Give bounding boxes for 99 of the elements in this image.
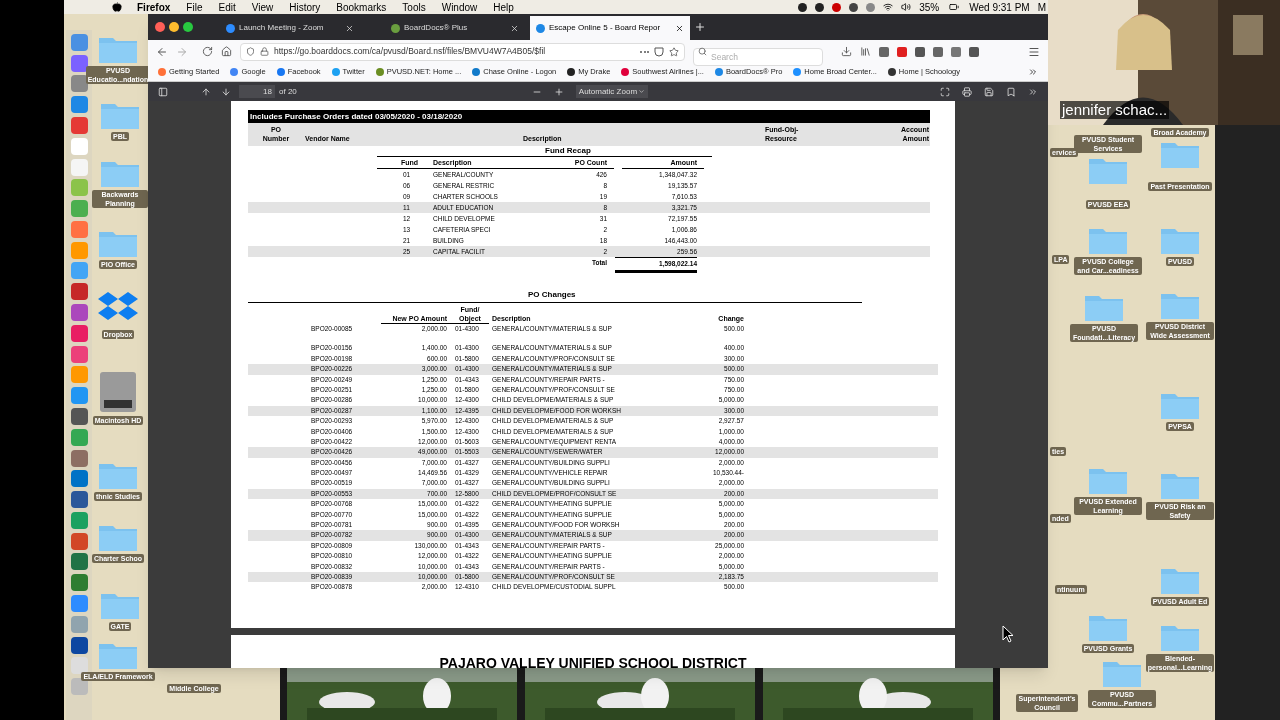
close-icon[interactable] (675, 23, 684, 33)
bookmark-favicon (375, 68, 384, 76)
app-icon[interactable] (70, 345, 88, 363)
app-icon[interactable] (70, 75, 88, 93)
menu-item[interactable]: Bookmarks (336, 0, 387, 15)
tab-title: Escape Online 5 - Board Repor (549, 22, 662, 34)
app-icon[interactable] (70, 657, 88, 675)
extension-icon[interactable] (933, 46, 943, 57)
bookmark-favicon (158, 68, 166, 76)
battery-icon[interactable] (947, 2, 962, 12)
bookmark-favicon (621, 68, 630, 76)
new-tab-icon[interactable] (694, 21, 706, 33)
bookmark-favicon (793, 68, 802, 76)
app-icon[interactable] (70, 407, 88, 425)
zoom-select[interactable]: Automatic Zoom (575, 85, 648, 98)
more-bookmarks-icon[interactable] (1028, 67, 1038, 77)
menu-item[interactable]: View (251, 0, 274, 15)
menu-item[interactable]: M (1037, 0, 1046, 15)
section-title: PO Changes (528, 290, 576, 300)
page-number-field[interactable]: 18 (239, 85, 275, 98)
menu-icon[interactable] (1028, 45, 1040, 58)
next-page-icon[interactable] (221, 86, 231, 97)
menu-item[interactable]: History (289, 0, 321, 15)
page-heading: PAJARO VALLEY UNIFIED SCHOOL DISTRICT (439, 656, 747, 668)
back-icon[interactable] (156, 45, 168, 58)
app-icon[interactable] (70, 54, 88, 72)
browser-tab[interactable]: BoardDocs® Plus (385, 16, 525, 40)
menu-item[interactable]: File (186, 0, 203, 15)
page-count: of 20 (279, 85, 297, 98)
bookmark-favicon (230, 68, 239, 76)
extension-icon[interactable] (915, 46, 925, 57)
bookmark-favicon (276, 68, 285, 76)
bookmark-favicon (567, 68, 576, 76)
menu-item[interactable]: Firefox (137, 0, 171, 15)
tab-favicon (536, 23, 545, 33)
sidebar-toggle-icon[interactable] (158, 86, 168, 97)
close-icon[interactable] (345, 23, 354, 33)
pocket-icon[interactable] (654, 46, 664, 57)
app-icon[interactable] (70, 449, 88, 467)
wifi-icon[interactable] (883, 2, 894, 12)
app-icon[interactable] (70, 574, 88, 592)
app-icon[interactable] (70, 678, 88, 696)
download-icon[interactable] (841, 46, 852, 57)
tab-title: Launch Meeting - Zoom (239, 22, 325, 34)
url-field[interactable]: https://go.boarddocs.com/ca/pvusd/Board.nsf/files/BMVU4W7A4B05/$fil (240, 42, 685, 61)
app-icon[interactable] (70, 96, 88, 114)
search-icon (698, 47, 707, 56)
shield-icon[interactable] (246, 47, 255, 56)
browser-tab[interactable]: Launch Meeting - Zoom (220, 16, 360, 40)
bookmark-favicon (472, 68, 481, 76)
bookmark-favicon (714, 68, 723, 76)
extension-icon[interactable] (879, 46, 889, 57)
extension-icon[interactable] (951, 46, 961, 57)
bookmark-icon[interactable] (1006, 86, 1016, 97)
battery-percent: 35% (919, 0, 940, 15)
menu-item[interactable]: Tools (402, 0, 426, 15)
url-text: https://go.boarddocs.com/ca/pvusd/Board.nsf/files/BMVU4W7A4B05/$fil (274, 45, 547, 58)
app-icon[interactable] (70, 117, 88, 134)
close-icon[interactable] (510, 23, 519, 33)
tab-favicon (391, 23, 400, 33)
menu-item[interactable]: Help (493, 0, 514, 15)
app-icon[interactable] (70, 304, 88, 322)
app-icon[interactable] (70, 470, 88, 488)
zoom-in-icon[interactable] (553, 86, 564, 97)
tools-icon[interactable] (1028, 86, 1038, 97)
lock-icon (260, 47, 269, 56)
reload-icon[interactable] (202, 46, 213, 57)
app-icon[interactable] (70, 532, 88, 550)
tab-favicon (226, 23, 235, 33)
clock[interactable]: Wed 9:31 PM (969, 0, 1030, 15)
bookmark-favicon (887, 68, 896, 76)
apple-icon[interactable] (112, 2, 122, 12)
home-icon[interactable] (221, 46, 232, 57)
volume-icon[interactable] (901, 2, 912, 12)
star-icon[interactable] (669, 46, 679, 57)
previous-page-icon[interactable] (201, 86, 211, 97)
hard-drive-icon[interactable] (100, 372, 136, 412)
save-icon[interactable] (984, 86, 994, 97)
section-title: Fund Recap (545, 146, 591, 156)
app-icon[interactable] (70, 324, 88, 342)
print-icon[interactable] (962, 86, 972, 97)
extension-icon[interactable] (897, 46, 907, 57)
report-banner: Includes Purchase Orders dated 03/05/2020 - 03/18/2020 (248, 110, 930, 123)
app-icon[interactable] (70, 491, 88, 509)
presentation-icon[interactable] (940, 86, 950, 97)
bookmark-favicon (331, 68, 340, 76)
library-icon[interactable] (860, 46, 871, 57)
search-field[interactable]: Search (693, 47, 823, 66)
menu-item[interactable]: Window (441, 0, 478, 15)
app-icon[interactable] (70, 553, 88, 571)
app-icon[interactable] (70, 636, 88, 654)
menu-item[interactable]: Edit (218, 0, 236, 15)
extension-icon[interactable] (969, 46, 979, 57)
participant-name: jennifer schac... (1060, 101, 1170, 119)
dropdown-icon (637, 88, 645, 95)
app-icon[interactable] (70, 283, 88, 301)
browser-tab[interactable]: Escape Online 5 - Board Repor (530, 16, 690, 40)
mouse-pointer-icon (1002, 625, 1014, 643)
tab-title: BoardDocs® Plus (404, 22, 469, 34)
